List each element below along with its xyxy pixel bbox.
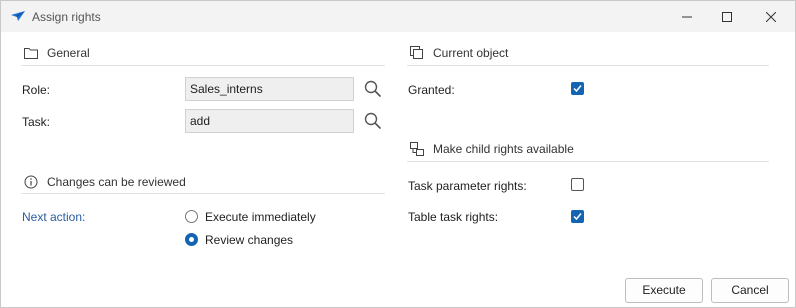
object-icon	[409, 46, 425, 60]
review-heading: Changes can be reviewed	[47, 175, 186, 189]
next-action-label: Next action:	[22, 210, 86, 224]
folder-icon	[23, 46, 39, 60]
task-field[interactable]: add	[185, 109, 354, 133]
current-object-divider	[407, 65, 769, 66]
task-search-icon[interactable]	[364, 112, 382, 130]
close-icon	[766, 11, 776, 22]
hierarchy-icon	[409, 142, 425, 156]
role-label: Role:	[22, 83, 51, 97]
execute-button[interactable]: Execute	[625, 278, 703, 303]
task-label: Task:	[22, 115, 51, 129]
checkmark-icon	[573, 85, 582, 93]
minimize-icon	[682, 16, 692, 17]
checkmark-icon	[573, 213, 582, 221]
title-bar: Assign rights	[1, 1, 795, 32]
review-section-header: Changes can be reviewed	[23, 175, 186, 189]
info-icon	[23, 175, 39, 189]
close-button[interactable]	[751, 1, 791, 32]
granted-checkbox[interactable]	[571, 82, 584, 95]
execute-immediately-radio[interactable]	[185, 210, 198, 223]
review-changes-radio[interactable]	[185, 233, 198, 246]
table-task-rights-checkbox[interactable]	[571, 210, 584, 223]
window-title: Assign rights	[32, 10, 101, 24]
current-object-section-header: Current object	[409, 46, 508, 60]
assign-rights-dialog: Assign rights General Role: Sales_intern…	[0, 0, 796, 308]
review-changes-label[interactable]: Review changes	[205, 233, 293, 247]
app-logo-icon	[11, 11, 25, 21]
execute-immediately-label[interactable]: Execute immediately	[205, 210, 316, 224]
child-rights-section-header: Make child rights available	[409, 142, 574, 156]
task-parameter-rights-label: Task parameter rights:	[408, 179, 527, 193]
role-field[interactable]: Sales_interns	[185, 77, 354, 101]
general-section-header: General	[23, 46, 90, 60]
child-rights-divider	[407, 161, 769, 162]
granted-label: Granted:	[408, 83, 455, 97]
current-object-heading: Current object	[433, 46, 509, 60]
minimize-button[interactable]	[667, 1, 707, 32]
table-task-rights-label: Table task rights:	[408, 210, 499, 224]
maximize-button[interactable]	[707, 1, 747, 32]
child-rights-heading: Make child rights available	[433, 142, 574, 156]
review-divider	[21, 193, 385, 194]
maximize-icon	[722, 11, 732, 22]
role-search-icon[interactable]	[364, 80, 382, 98]
general-divider	[21, 65, 385, 66]
cancel-button[interactable]: Cancel	[711, 278, 789, 303]
general-heading: General	[47, 46, 90, 60]
task-parameter-rights-checkbox[interactable]	[571, 178, 584, 191]
